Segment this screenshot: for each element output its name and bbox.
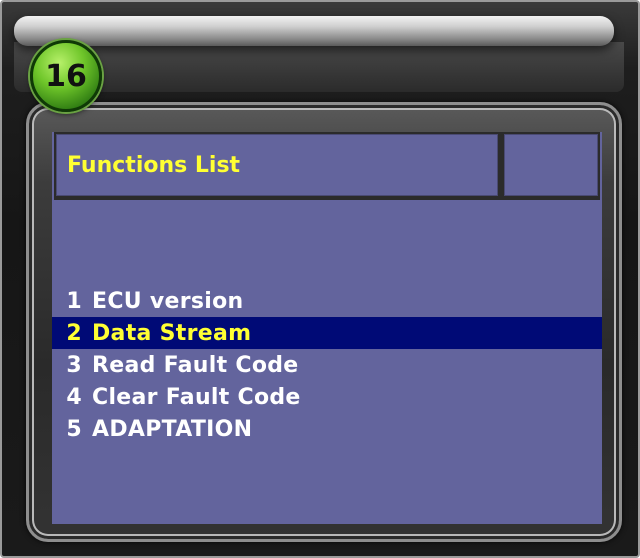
- functions-menu: 1 ECU version 2 Data Stream 3 Read Fault…: [52, 285, 602, 445]
- menu-item-number: 3: [66, 352, 82, 378]
- menu-item-number: 1: [66, 288, 82, 314]
- menu-item-number: 2: [66, 320, 82, 346]
- menu-item-number: 5: [66, 416, 82, 442]
- device-frame: Functions List 1 ECU version 2 Data Stre…: [0, 0, 640, 558]
- menu-item-number: 4: [66, 384, 82, 410]
- title-aux-cell: [504, 134, 598, 196]
- menu-item-label: ECU version: [92, 288, 244, 314]
- menu-item-label: Clear Fault Code: [92, 384, 301, 410]
- menu-item-label: ADAPTATION: [92, 416, 253, 442]
- menu-item-data-stream[interactable]: 2 Data Stream: [52, 317, 602, 349]
- menu-item-adaptation[interactable]: 5 ADAPTATION: [52, 413, 602, 445]
- page-title: Functions List: [67, 152, 241, 178]
- menu-item-read-fault-code[interactable]: 3 Read Fault Code: [52, 349, 602, 381]
- menu-item-ecu-version[interactable]: 1 ECU version: [52, 285, 602, 317]
- title-cell: Functions List: [56, 134, 498, 196]
- device-top-shade: [14, 42, 624, 92]
- menu-item-label: Data Stream: [92, 320, 252, 346]
- menu-item-clear-fault-code[interactable]: 4 Clear Fault Code: [52, 381, 602, 413]
- step-number: 16: [45, 58, 87, 94]
- menu-item-label: Read Fault Code: [92, 352, 299, 378]
- step-number-badge: 16: [30, 40, 102, 112]
- device-top-bar: [14, 16, 614, 46]
